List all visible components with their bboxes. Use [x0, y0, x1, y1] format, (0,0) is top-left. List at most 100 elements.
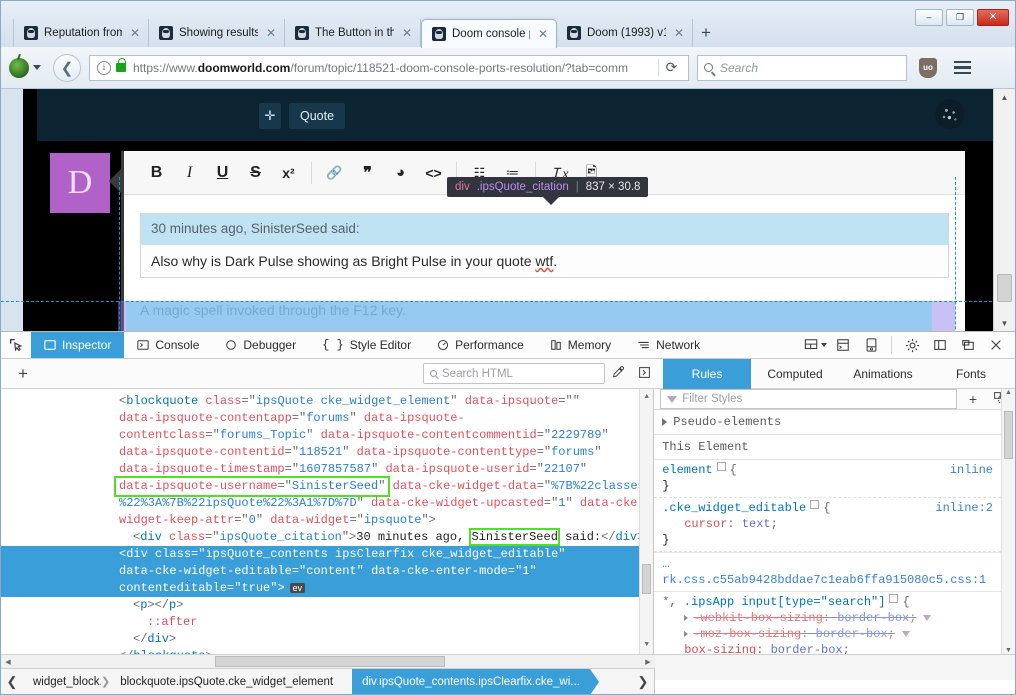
filter-icon[interactable]: [901, 630, 910, 637]
markup-view[interactable]: <blockquote class="ipsQuote cke_widget_e…: [1, 389, 655, 654]
css-declaration[interactable]: -moz-box-sizing: border-box;: [662, 626, 993, 642]
tor-browser-menu-button[interactable]: [9, 57, 41, 78]
search-bar[interactable]: Search: [697, 54, 907, 81]
markup-line[interactable]: data-ipsquote-contentapp="forums" data-i…: [1, 410, 653, 427]
markup-line[interactable]: widget-keep-attr="0" data-widget="ipsquo…: [1, 512, 653, 529]
back-button[interactable]: ❮: [53, 53, 81, 82]
eyedropper-icon[interactable]: [605, 365, 631, 382]
browser-tab-5[interactable]: Doom (1993) v1.2 ... ✕: [557, 19, 693, 47]
chevron-right-icon[interactable]: [684, 630, 689, 637]
new-tab-button[interactable]: +: [693, 19, 719, 47]
source-code-button[interactable]: <>: [417, 158, 450, 188]
blockquote-button[interactable]: ❞: [351, 158, 384, 188]
reload-button[interactable]: ⟳: [658, 59, 684, 76]
scroll-down-arrow-icon[interactable]: ▼: [994, 315, 1015, 331]
page-scrollbar-thumb[interactable]: [997, 274, 1012, 302]
tab-close-icon[interactable]: ✕: [400, 27, 414, 39]
tab-close-icon[interactable]: ✕: [672, 27, 686, 39]
maximize-button[interactable]: ❐: [946, 9, 974, 26]
selector-highlighter-icon[interactable]: [810, 500, 820, 509]
tab-rules[interactable]: Rules: [663, 358, 751, 389]
filter-styles-input[interactable]: Filter Styles: [660, 389, 957, 409]
browser-tab-1[interactable]: Reputation from ... ✕: [13, 19, 149, 47]
browser-tab-3[interactable]: The Button in the ... ✕: [285, 19, 421, 47]
add-node-button[interactable]: +: [1, 364, 45, 384]
markup-line[interactable]: data-ipsquote-timestamp="1607857587" dat…: [1, 461, 653, 478]
breadcrumb-scroll-left-icon[interactable]: ❮: [1, 669, 23, 694]
breadcrumb-item-1[interactable]: widget_block....: [23, 669, 101, 694]
horizontal-scrollbar-thumb[interactable]: [215, 656, 445, 667]
ublock-origin-icon[interactable]: uo: [919, 57, 937, 78]
tab-animations[interactable]: Animations: [839, 359, 927, 389]
css-declaration[interactable]: box-sizing: border-box;: [662, 642, 993, 654]
app-menu-icon[interactable]: [951, 60, 973, 75]
markup-line[interactable]: <div class="ipsQuote_contents ipsClearfi…: [1, 546, 654, 563]
markup-line[interactable]: ::after: [1, 614, 653, 631]
css-value[interactable]: border-box: [771, 643, 843, 654]
markup-horizontal-scrollbar[interactable]: ◀ ▶: [1, 654, 655, 668]
scroll-up-arrow-icon[interactable]: ▲: [640, 389, 653, 406]
settings-gear-icon[interactable]: [899, 332, 925, 358]
close-devtools-icon[interactable]: [983, 332, 1009, 358]
superscript-button[interactable]: x²: [272, 158, 305, 188]
markup-line[interactable]: <div class="ipsQuote_citation">30 minute…: [1, 528, 653, 546]
dock-bottom-icon[interactable]: [955, 332, 981, 358]
markup-line[interactable]: %22%3A%7B%22ipsQuote%22%3A1%7D%7D" data-…: [1, 495, 653, 512]
chevron-right-icon[interactable]: [684, 614, 689, 621]
page-info-icon[interactable]: i: [97, 60, 111, 75]
css-rule-element[interactable]: element { inline }: [654, 460, 1001, 498]
tab-computed[interactable]: Computed: [751, 359, 839, 389]
breadcrumb-item-3-active[interactable]: div.ipsQuote_contents.ipsClearfix.cke_wi…: [343, 669, 599, 694]
css-property[interactable]: cursor: [684, 517, 727, 531]
markup-scrollbar-thumb[interactable]: [642, 564, 652, 594]
markup-line[interactable]: <p></p>: [1, 597, 653, 614]
tab-performance[interactable]: Performance: [424, 332, 537, 358]
tab-close-icon[interactable]: ✕: [536, 28, 550, 40]
page-scrollbar[interactable]: ▲ ▼: [993, 89, 1015, 331]
expand-pane-icon[interactable]: [631, 366, 657, 382]
tab-fonts[interactable]: Fonts: [927, 359, 1015, 389]
css-property[interactable]: -webkit-box-sizing: [693, 611, 823, 625]
address-bar[interactable]: i https://www.doomworld.com/forum/topic/…: [89, 54, 689, 81]
css-declaration[interactable]: -webkit-box-sizing: border-box;: [662, 610, 993, 626]
browser-tab-2[interactable]: Showing results f... ✕: [149, 19, 285, 47]
tab-inspector[interactable]: Inspector: [31, 332, 125, 358]
close-window-button[interactable]: ✕: [977, 9, 1009, 26]
breadcrumb-scroll-right-icon[interactable]: ❯: [632, 669, 654, 694]
event-listener-badge[interactable]: ev: [289, 583, 306, 593]
tab-style-editor[interactable]: { } Style Editor: [309, 332, 424, 358]
tab-network[interactable]: Network: [624, 332, 713, 358]
scroll-down-arrow-icon[interactable]: ▼: [640, 637, 653, 654]
screenshot-icon[interactable]: [858, 332, 884, 358]
markup-line[interactable]: contenteditable="true"> ev: [1, 580, 654, 597]
css-rule-box-sizing[interactable]: *, .ipsApp input[type="search"] { -webki…: [654, 592, 1001, 654]
multiquote-button[interactable]: ✛: [259, 103, 281, 129]
dock-side-icon[interactable]: [927, 332, 953, 358]
rules-list[interactable]: Pseudo-elements This Element element { i…: [654, 410, 1015, 654]
scroll-down-arrow-icon[interactable]: ▼: [1002, 647, 1015, 654]
tab-close-icon[interactable]: ✕: [264, 27, 278, 39]
quote-button[interactable]: Quote: [289, 103, 346, 129]
pick-element-icon[interactable]: [1, 332, 31, 358]
scroll-track[interactable]: [15, 656, 641, 667]
selector-highlighter-icon[interactable]: [889, 594, 899, 603]
bold-button[interactable]: B: [140, 158, 173, 188]
scroll-right-arrow-icon[interactable]: ▶: [641, 655, 655, 668]
selector-highlighter-icon[interactable]: [716, 462, 726, 471]
rules-scrollbar-thumb[interactable]: [1004, 411, 1013, 459]
strikethrough-button[interactable]: S: [239, 158, 272, 188]
rule-source[interactable]: inline:2: [935, 500, 993, 516]
scroll-up-arrow-icon[interactable]: ▲: [1002, 389, 1015, 396]
markup-line[interactable]: contentclass="forums_Topic" data-ipsquot…: [1, 427, 653, 444]
css-property[interactable]: box-sizing: [684, 643, 756, 654]
post-body-text[interactable]: A magic spell invoked through the F12 ke…: [124, 302, 949, 318]
quote-citation[interactable]: 30 minutes ago, SinisterSeed said:: [141, 214, 948, 245]
markup-line[interactable]: data-ipsquote-username="SinisterSeed" da…: [1, 476, 653, 497]
user-avatar-circle[interactable]: [935, 99, 965, 129]
css-declaration[interactable]: cursor: text;: [662, 516, 993, 532]
tab-console[interactable]: Console: [124, 332, 212, 358]
italic-button[interactable]: I: [173, 158, 206, 188]
rule-selector[interactable]: .cke_widget_editable: [662, 500, 806, 516]
css-value[interactable]: text: [742, 517, 771, 531]
browser-tab-4-active[interactable]: Doom console po... ✕: [421, 19, 557, 48]
